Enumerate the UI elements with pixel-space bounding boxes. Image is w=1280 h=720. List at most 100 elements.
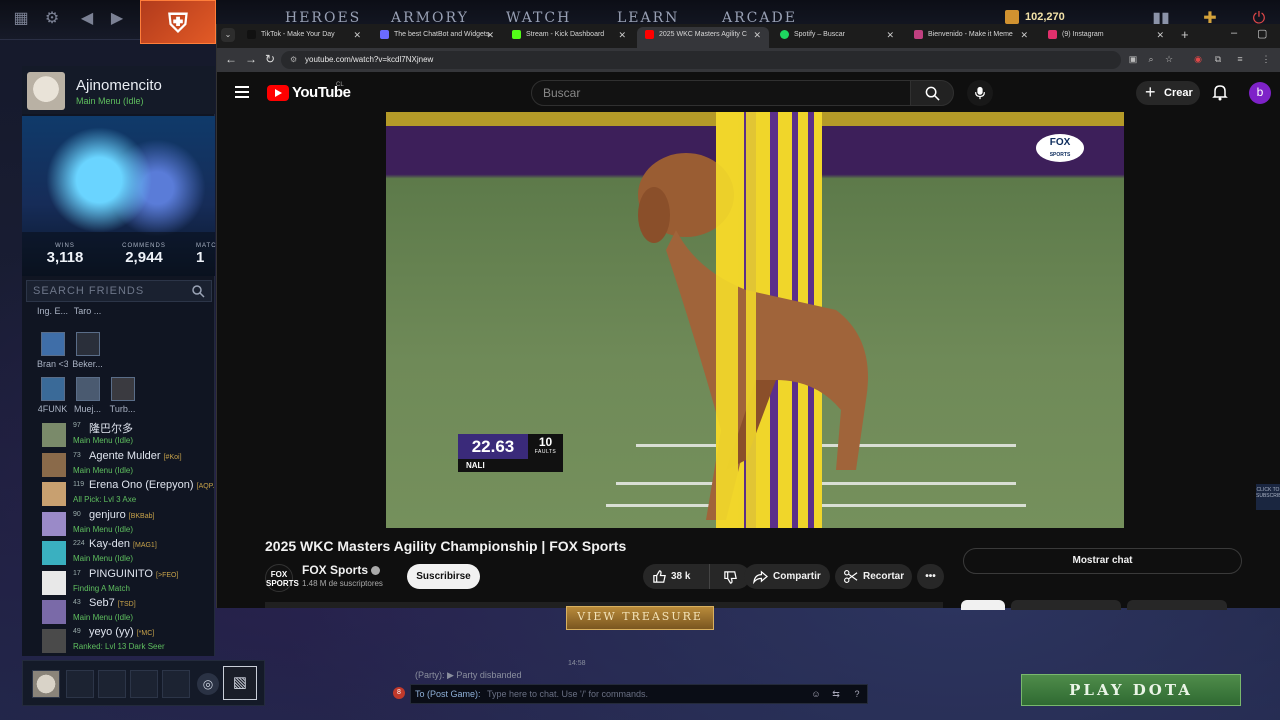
group-tile[interactable]: Taro ... <box>72 306 103 316</box>
bookmark-star-icon[interactable]: ☆ <box>1164 54 1174 64</box>
close-tab-icon[interactable]: ✕ <box>1156 27 1164 43</box>
friend-avatar <box>42 600 66 624</box>
new-tab-icon[interactable]: + <box>1181 27 1189 42</box>
friend-item[interactable]: 73 Agente Mulder [#Koi] Main Menu (Idle) <box>42 450 217 479</box>
group-tile[interactable]: 4FUNK <box>37 377 68 414</box>
party-slot[interactable] <box>66 670 94 698</box>
friend-item[interactable]: 224 Kay-den [MAG1] Main Menu (Idle) <box>42 538 217 567</box>
chat-channel[interactable]: To (Post Game): <box>415 689 481 699</box>
dashboard-icon[interactable]: ▦ <box>12 10 30 28</box>
voice-search-button[interactable] <box>967 80 993 106</box>
create-button[interactable]: Crear <box>1136 80 1200 105</box>
friend-name: yeyo (yy) [*MC] <box>89 626 154 638</box>
close-tab-icon[interactable]: ✕ <box>1020 27 1028 43</box>
share-button[interactable]: Compartir <box>744 564 830 589</box>
close-tab-icon[interactable]: ✕ <box>618 27 626 43</box>
like-dislike-group: 38 k <box>643 564 750 589</box>
party-slot-self[interactable] <box>32 670 60 698</box>
search-icon[interactable] <box>191 284 205 298</box>
chip[interactable] <box>1127 600 1227 610</box>
friend-group-row: Bran <3 Beker... <box>37 332 103 369</box>
party-slot[interactable] <box>130 670 158 698</box>
emoji-icon[interactable]: ☺ <box>810 688 822 700</box>
search-button[interactable] <box>910 80 954 106</box>
tab-instagram[interactable]: (9) Instagram ✕ <box>1040 27 1172 48</box>
install-icon[interactable]: ▣ <box>1128 54 1138 64</box>
profile-header[interactable]: Ajinomencito Main Menu (Idle) <box>22 66 215 114</box>
reload-icon[interactable]: ↻ <box>265 52 275 66</box>
group-tile[interactable]: Muej... <box>72 377 103 414</box>
site-info-icon[interactable]: ⚙ <box>290 55 298 64</box>
headset-icon[interactable]: ◎ <box>197 673 219 695</box>
video-player[interactable]: FOX SPORTS 22.63 10 FAULTS NALI <box>386 112 1124 528</box>
account-avatar[interactable]: b <box>1249 82 1271 104</box>
gold-balance[interactable]: 102,270 <box>1005 10 1065 24</box>
forward-arrow-icon[interactable]: ▶ <box>108 10 126 28</box>
friend-item[interactable]: 90 genjuro [BKBab] Main Menu (Idle) <box>42 509 217 538</box>
subscribe-side-tag[interactable]: CLICK TO SUBSCRIBE <box>1256 484 1280 510</box>
tab-youtube[interactable]: 2025 WKC Masters Agility C ✕ <box>637 27 769 48</box>
group-tile[interactable]: Beker... <box>72 332 103 369</box>
settings-gear-icon[interactable]: ⚙ <box>43 10 61 28</box>
url-field[interactable]: ⚙ youtube.com/watch?v=kcdl7NXjnew <box>281 51 1121 69</box>
featured-hero-image[interactable]: WINS 3,118 COMMENDS 2,944 MATC 1 <box>22 116 216 276</box>
like-button[interactable]: 38 k <box>643 564 710 589</box>
tab-chatbot[interactable]: The best ChatBot and Widgets ✕ <box>372 27 502 48</box>
friend-item[interactable]: 17 PINGUINITO [>FEO] Finding A Match <box>42 568 217 597</box>
chat-input[interactable] <box>487 687 787 701</box>
channel-name[interactable]: FOX Sports <box>302 563 381 577</box>
fox-sports-bug: FOX SPORTS <box>1036 134 1084 162</box>
show-chat-button[interactable]: Mostrar chat <box>963 548 1242 574</box>
translate-icon[interactable]: ⇆ <box>830 688 842 700</box>
back-icon[interactable]: ← <box>225 52 237 66</box>
tab-spotify[interactable]: Spotify – Buscar ✕ <box>772 27 902 48</box>
zoom-icon[interactable]: ⌕ <box>1146 54 1156 64</box>
hamburger-menu-icon[interactable] <box>235 86 249 98</box>
friend-item[interactable]: 119 Erena Ono (Erepyon) [AQP. All Pick: Lv… <box>42 479 217 508</box>
group-tile[interactable]: Turb... <box>107 377 138 414</box>
more-actions-button[interactable]: ••• <box>917 564 944 589</box>
thumbs-down-icon[interactable] <box>723 570 738 585</box>
party-slot[interactable] <box>98 670 126 698</box>
unread-badge[interactable]: 8 <box>393 687 405 699</box>
friend-item[interactable]: 97 隆巴尔多 Main Menu (Idle) <box>42 421 217 449</box>
view-treasure-button[interactable]: VIEW TREASURE <box>566 606 714 630</box>
youtube-logo-icon[interactable] <box>267 85 289 101</box>
subscribe-button[interactable]: Suscribirse <box>407 564 480 589</box>
group-tile[interactable]: Ing. E... <box>37 306 68 316</box>
battle-pass-icon[interactable]: ▧ <box>223 666 257 700</box>
playlist-icon[interactable]: ≡ <box>1235 54 1245 64</box>
help-icon[interactable]: ? <box>851 688 863 700</box>
back-arrow-icon[interactable]: ◀ <box>78 10 96 28</box>
tab-kick[interactable]: Stream - Kick Dashboard ✕ <box>504 27 634 48</box>
tab-tiktok[interactable]: TikTok - Make Your Day ✕ <box>239 27 369 48</box>
friend-search-input[interactable] <box>27 281 187 301</box>
close-tab-icon[interactable]: ✕ <box>753 27 761 43</box>
notifications-bell-icon[interactable] <box>1211 83 1229 101</box>
tab-search-icon[interactable]: ⌄ <box>221 28 235 42</box>
channel-avatar[interactable]: FOX SPORTS <box>265 564 299 592</box>
close-tab-icon[interactable]: ✕ <box>886 27 894 43</box>
minimize-icon[interactable]: – <box>1231 27 1237 39</box>
close-tab-icon[interactable]: ✕ <box>353 27 361 43</box>
group-tile[interactable]: Bran <3 <box>37 332 68 369</box>
play-dota-button[interactable]: PLAY DOTA <box>1021 674 1241 706</box>
forward-icon[interactable]: → <box>245 52 257 66</box>
more-menu-icon[interactable]: ⋮ <box>1261 54 1271 64</box>
chip[interactable] <box>1011 600 1121 610</box>
close-tab-icon[interactable]: ✕ <box>486 27 494 43</box>
dota-logo-icon[interactable]: ⛨ <box>140 0 216 44</box>
friend-item[interactable]: 49 yeyo (yy) [*MC] Ranked: Lvl 13 Dark See… <box>42 626 217 655</box>
maximize-icon[interactable]: ▢ <box>1257 27 1267 40</box>
party-slot[interactable] <box>162 670 190 698</box>
avatar[interactable] <box>27 72 65 110</box>
extension-icon[interactable]: ◉ <box>1193 54 1203 64</box>
friend-name-text: genjuro <box>89 509 126 521</box>
chip[interactable] <box>961 600 1005 610</box>
puzzle-icon[interactable]: ⧉ <box>1213 54 1223 64</box>
clip-button[interactable]: Recortar <box>835 564 912 589</box>
search-box <box>531 80 911 106</box>
search-input[interactable] <box>532 81 910 105</box>
tab-makeitmeme[interactable]: Bienvenido - Make it Meme ✕ <box>906 27 1036 48</box>
friend-item[interactable]: 43 Seb7 [TSD] Main Menu (Idle) <box>42 597 217 626</box>
